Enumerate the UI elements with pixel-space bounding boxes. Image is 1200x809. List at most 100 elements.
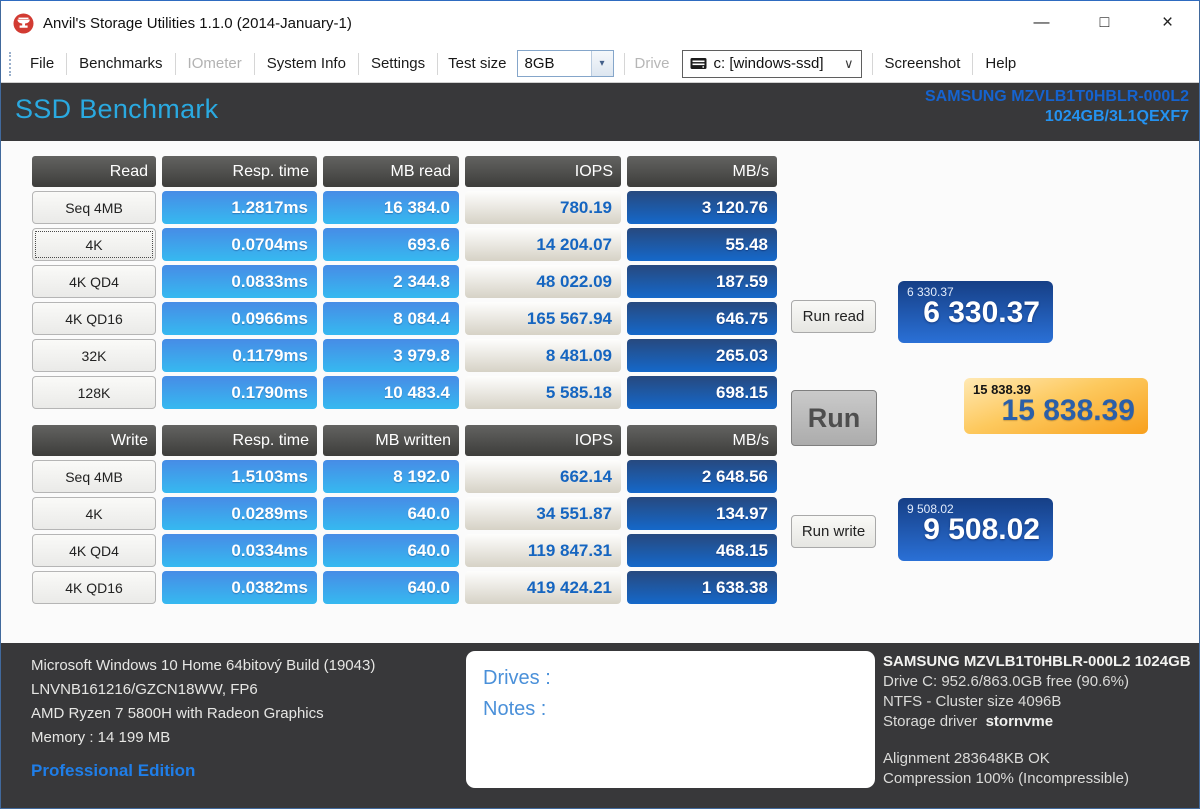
maximize-button[interactable]: □ — [1073, 1, 1136, 45]
read-seq-4mb-mb-value: 16 384.0 — [323, 191, 459, 224]
write-row-4k: 4K 0.0289ms 640.0 34 551.87 134.97 — [32, 497, 777, 530]
read-row-button-128k[interactable]: 128K — [32, 376, 156, 409]
run-button[interactable]: Run — [791, 390, 877, 446]
drive-capacity-info: Drive C: 952.6/863.0GB free (90.6%) — [883, 673, 1129, 690]
read-row-button-4k-qd16[interactable]: 4K QD16 — [32, 302, 156, 335]
write-row-button-4k[interactable]: 4K — [32, 497, 156, 530]
read-row-32k: 32K 0.1179ms 3 979.8 8 481.09 265.03 — [32, 339, 777, 372]
footer-drive-model: SAMSUNG MZVLB1T0HBLR-000L2 1024GB — [883, 653, 1191, 670]
write-4k-qd4-mb-value: 640.0 — [323, 534, 459, 567]
read-row-4k-qd16: 4K QD16 0.0966ms 8 084.4 165 567.94 646.75 — [32, 302, 777, 335]
device-capacity-firmware: 1024GB/3L1QEXF7 — [1044, 108, 1189, 125]
read-row-4k: 4K 0.0704ms 693.6 14 204.07 55.48 — [32, 228, 777, 261]
read-4k-qd16-resp_time-value: 0.0966ms — [162, 302, 317, 335]
test-size-value: 8GB — [524, 55, 555, 72]
os-info: Microsoft Windows 10 Home 64bitový Build… — [31, 657, 376, 674]
read-4k-qd16-iops-value: 165 567.94 — [465, 302, 621, 335]
close-button[interactable]: × — [1136, 1, 1199, 45]
menu-iometer: IOmeter — [187, 55, 242, 72]
read-128k-mb-value: 10 483.4 — [323, 376, 459, 409]
read-4k-resp_time-value: 0.0704ms — [162, 228, 317, 261]
anvil-app-window: Anvil's Storage Utilities 1.1.0 (2014-Ja… — [0, 0, 1200, 809]
write-row-button-4k-qd16[interactable]: 4K QD16 — [32, 571, 156, 604]
menu-benchmarks[interactable]: Benchmarks — [67, 55, 174, 72]
write-4k-mbs-value: 134.97 — [627, 497, 777, 530]
test-size-combobox[interactable]: 8GB ▾ — [516, 50, 614, 77]
write-4k-qd4-iops-value: 119 847.31 — [465, 534, 621, 567]
write-score-value: 9 508.02 — [923, 513, 1040, 546]
write-4k-qd4-resp_time-value: 0.0334ms — [162, 534, 317, 567]
write-4k-qd16-iops-value: 419 424.21 — [465, 571, 621, 604]
read-seq-4mb-resp_time-value: 1.2817ms — [162, 191, 317, 224]
write-row-button-seq-4mb[interactable]: Seq 4MB — [32, 460, 156, 493]
menu-help[interactable]: Help — [973, 55, 1028, 72]
write-4k-qd16-mb-value: 640.0 — [323, 571, 459, 604]
read-row-button-seq-4mb[interactable]: Seq 4MB — [32, 191, 156, 224]
write-header-mb-written: MB written — [323, 425, 459, 456]
filesystem-info: NTFS - Cluster size 4096B — [883, 693, 1062, 710]
menu-settings[interactable]: Settings — [359, 55, 437, 72]
drive-combobox[interactable]: c: [windows-ssd] ∨ — [681, 49, 862, 78]
read-128k-mbs-value: 698.15 — [627, 376, 777, 409]
read-header-mb-s: MB/s — [627, 156, 777, 187]
read-row-button-4k-qd4[interactable]: 4K QD4 — [32, 265, 156, 298]
write-header-mb-s: MB/s — [627, 425, 777, 456]
write-4k-resp_time-value: 0.0289ms — [162, 497, 317, 530]
dropdown-arrow-icon[interactable]: ▾ — [590, 51, 613, 76]
read-128k-iops-value: 5 585.18 — [465, 376, 621, 409]
memory-info: Memory : 14 199 MB — [31, 729, 171, 746]
write-row-seq-4mb: Seq 4MB 1.5103ms 8 192.0 662.14 2 648.56 — [32, 460, 777, 493]
window-title: Anvil's Storage Utilities 1.1.0 (2014-Ja… — [43, 14, 352, 32]
write-seq-4mb-mbs-value: 2 648.56 — [627, 460, 777, 493]
run-read-button[interactable]: Run read — [791, 300, 876, 333]
read-4k-qd4-iops-value: 48 022.09 — [465, 265, 621, 298]
write-4k-qd4-mbs-value: 468.15 — [627, 534, 777, 567]
read-score-value: 6 330.37 — [923, 296, 1040, 329]
test-size-label: Test size — [448, 55, 507, 72]
drives-notes-box[interactable]: Drives : Notes : — [466, 651, 875, 788]
toolbar: File Benchmarks IOmeter System Info Sett… — [1, 45, 1199, 83]
minimize-button[interactable]: — — [1010, 1, 1073, 45]
chevron-down-icon: ∨ — [844, 55, 854, 71]
read-4k-qd4-resp_time-value: 0.0833ms — [162, 265, 317, 298]
read-32k-iops-value: 8 481.09 — [465, 339, 621, 372]
app-icon — [13, 13, 34, 33]
page-title: SSD Benchmark — [15, 94, 219, 124]
read-row-button-4k[interactable]: 4K — [32, 228, 156, 261]
menu-file[interactable]: File — [18, 55, 66, 72]
menu-screenshot[interactable]: Screenshot — [873, 55, 973, 72]
write-4k-qd16-mbs-value: 1 638.38 — [627, 571, 777, 604]
read-seq-4mb-iops-value: 780.19 — [465, 191, 621, 224]
read-row-button-32k[interactable]: 32K — [32, 339, 156, 372]
benchmark-results-area: Read Resp. time MB read IOPS MB/s Seq 4MB 1.28… — [1, 141, 1199, 643]
write-seq-4mb-iops-value: 662.14 — [465, 460, 621, 493]
total-score-box: 15 838.39 15 838.39 — [964, 378, 1148, 434]
read-row-4k-qd4: 4K QD4 0.0833ms 2 344.8 48 022.09 187.59 — [32, 265, 777, 298]
read-32k-mb-value: 3 979.8 — [323, 339, 459, 372]
read-4k-iops-value: 14 204.07 — [465, 228, 621, 261]
run-write-button[interactable]: Run write — [791, 515, 876, 548]
write-4k-mb-value: 640.0 — [323, 497, 459, 530]
read-4k-qd4-mb-value: 2 344.8 — [323, 265, 459, 298]
write-header-iops: IOPS — [465, 425, 621, 456]
notes-label: Notes : — [483, 698, 547, 720]
write-row-4k-qd16: 4K QD16 0.0382ms 640.0 419 424.21 1 638.38 — [32, 571, 777, 604]
edition-label: Professional Edition — [31, 761, 196, 780]
read-4k-qd16-mbs-value: 646.75 — [627, 302, 777, 335]
drive-icon — [690, 58, 707, 69]
write-row-button-4k-qd4[interactable]: 4K QD4 — [32, 534, 156, 567]
write-seq-4mb-resp_time-value: 1.5103ms — [162, 460, 317, 493]
read-header-iops: IOPS — [465, 156, 621, 187]
write-results-table: Write Resp. time MB written IOPS MB/s Seq 4MB… — [32, 425, 777, 608]
drive-value: c: [windows-ssd] — [713, 55, 824, 72]
read-4k-mbs-value: 55.48 — [627, 228, 777, 261]
drives-label: Drives : — [483, 667, 551, 689]
read-4k-qd4-mbs-value: 187.59 — [627, 265, 777, 298]
menu-system-info[interactable]: System Info — [255, 55, 358, 72]
write-row-4k-qd4: 4K QD4 0.0334ms 640.0 119 847.31 468.15 — [32, 534, 777, 567]
device-model: SAMSUNG MZVLB1T0HBLR-000L2 — [924, 88, 1189, 105]
read-32k-mbs-value: 265.03 — [627, 339, 777, 372]
write-4k-qd16-resp_time-value: 0.0382ms — [162, 571, 317, 604]
toolbar-grip[interactable] — [9, 51, 12, 76]
read-header-resp-time: Resp. time — [162, 156, 317, 187]
